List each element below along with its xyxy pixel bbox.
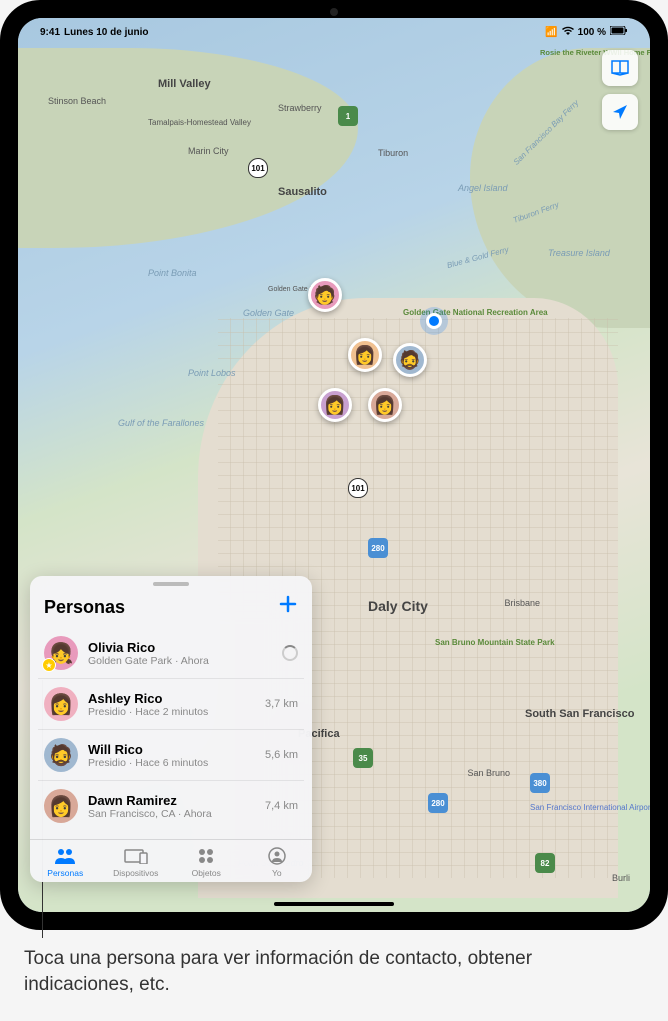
- avatar: 👩: [44, 789, 78, 823]
- person-subtitle: Golden Gate Park · Ahora: [88, 655, 272, 667]
- place-label: Golden Gate National Recreation Area: [403, 308, 488, 317]
- person-distance: 7,4 km: [265, 800, 298, 812]
- home-indicator[interactable]: [274, 902, 394, 906]
- panel-title: Personas: [44, 597, 125, 618]
- user-location-dot[interactable]: [426, 313, 442, 329]
- caption: Toca una persona para ver información de…: [0, 930, 668, 1013]
- person-pin[interactable]: 👩: [348, 338, 382, 372]
- person-name: Ashley Rico: [88, 691, 255, 706]
- favorite-star-icon: ★: [42, 658, 56, 672]
- road-shield: 280: [428, 793, 448, 813]
- me-icon: [265, 846, 289, 866]
- avatar: 🧔: [44, 738, 78, 772]
- place-label: San Francisco International Airport (SFO…: [530, 803, 610, 812]
- place-label: Stinson Beach: [48, 96, 106, 106]
- tab-label: Objetos: [192, 868, 221, 878]
- person-row[interactable]: 👧 ★ Olivia Rico Golden Gate Park · Ahora: [38, 628, 304, 679]
- ipad-frame: 9:41 Lunes 10 de junio 📶 100 % Stinson B…: [0, 0, 668, 930]
- tab-bar: Personas Dispositivos Objetos: [30, 839, 312, 882]
- person-row[interactable]: 👩 Ashley Rico Presidio · Hace 2 minutos …: [38, 679, 304, 730]
- place-label: Burli: [612, 873, 630, 883]
- place-label: Angel Island: [458, 183, 498, 193]
- road-shield: 101: [248, 158, 268, 178]
- place-label: Marin City: [188, 146, 229, 156]
- status-bar: 9:41 Lunes 10 de junio 📶 100 %: [18, 18, 650, 42]
- place-label: Rosie the Riveter WWII Home Front Nation…: [540, 48, 610, 57]
- avatar: 👧 ★: [44, 636, 78, 670]
- place-label: Tamalpais-Homestead Valley: [148, 118, 218, 127]
- place-label: Point Bonita: [148, 268, 197, 278]
- road-shield: 101: [348, 478, 368, 498]
- person-distance: 5,6 km: [265, 749, 298, 761]
- person-distance: 3,7 km: [265, 698, 298, 710]
- person-list: 👧 ★ Olivia Rico Golden Gate Park · Ahora…: [30, 628, 312, 831]
- devices-icon: [124, 846, 148, 866]
- person-pin[interactable]: 🧑: [308, 278, 342, 312]
- place-label: San Bruno Mountain State Park: [435, 638, 500, 647]
- place-label: South San Francisco: [525, 708, 590, 720]
- place-label: Daly City: [368, 598, 428, 614]
- panel-grabber[interactable]: [153, 582, 189, 586]
- battery-icon: [610, 26, 628, 38]
- map-controls: [602, 50, 638, 130]
- person-subtitle: Presidio · Hace 6 minutos: [88, 757, 255, 769]
- place-label: Brisbane: [504, 598, 540, 608]
- screen: 9:41 Lunes 10 de junio 📶 100 % Stinson B…: [18, 18, 650, 912]
- map-settings-button[interactable]: [602, 50, 638, 86]
- place-label: Mill Valley: [158, 78, 211, 90]
- place-label: Sausalito: [278, 186, 327, 198]
- tab-label: Yo: [272, 868, 282, 878]
- person-name: Will Rico: [88, 742, 255, 757]
- person-pin[interactable]: 🧔: [393, 343, 427, 377]
- locate-me-button[interactable]: [602, 94, 638, 130]
- caption-text: Toca una persona para ver información de…: [24, 948, 532, 995]
- tab-label: Dispositivos: [113, 868, 158, 878]
- status-date: Lunes 10 de junio: [64, 27, 148, 38]
- place-label: San Bruno: [467, 768, 510, 778]
- camera-notch: [330, 8, 338, 16]
- place-label: Point Lobos: [188, 368, 236, 378]
- road-shield: 82: [535, 853, 555, 873]
- add-person-button[interactable]: [278, 594, 298, 620]
- person-name: Dawn Ramirez: [88, 793, 255, 808]
- place-label: Strawberry: [278, 103, 322, 113]
- place-label: Gulf of the Farallones: [118, 418, 178, 428]
- person-name: Olivia Rico: [88, 640, 272, 655]
- tab-me[interactable]: Yo: [242, 846, 313, 878]
- person-pin[interactable]: 👩: [318, 388, 352, 422]
- avatar: 👩: [44, 687, 78, 721]
- loading-spinner-icon: [282, 645, 298, 661]
- road-shield: 380: [530, 773, 550, 793]
- people-icon: [53, 846, 77, 866]
- status-time: 9:41: [40, 27, 60, 38]
- tab-devices[interactable]: Dispositivos: [101, 846, 172, 878]
- road-shield: 280: [368, 538, 388, 558]
- person-row[interactable]: 🧔 Will Rico Presidio · Hace 6 minutos 5,…: [38, 730, 304, 781]
- signal-icon: 📶: [545, 27, 557, 38]
- road-shield: 1: [338, 106, 358, 126]
- wifi-icon: [562, 26, 574, 39]
- items-icon: [194, 846, 218, 866]
- person-subtitle: San Francisco, CA · Ahora: [88, 808, 255, 820]
- tab-items[interactable]: Objetos: [171, 846, 242, 878]
- place-label: Golden Gate: [243, 308, 288, 318]
- person-subtitle: Presidio · Hace 2 minutos: [88, 706, 255, 718]
- person-pin[interactable]: 👩: [368, 388, 402, 422]
- battery-percent: 100 %: [578, 27, 606, 38]
- people-panel: Personas 👧 ★ Olivia Rico Golden Gate Par…: [30, 576, 312, 882]
- tab-label: Personas: [47, 868, 83, 878]
- place-label: Treasure Island: [548, 248, 598, 258]
- tab-people[interactable]: Personas: [30, 846, 101, 878]
- person-row[interactable]: 👩 Dawn Ramirez San Francisco, CA · Ahora…: [38, 781, 304, 831]
- road-shield: 35: [353, 748, 373, 768]
- place-label: Tiburon: [378, 148, 408, 158]
